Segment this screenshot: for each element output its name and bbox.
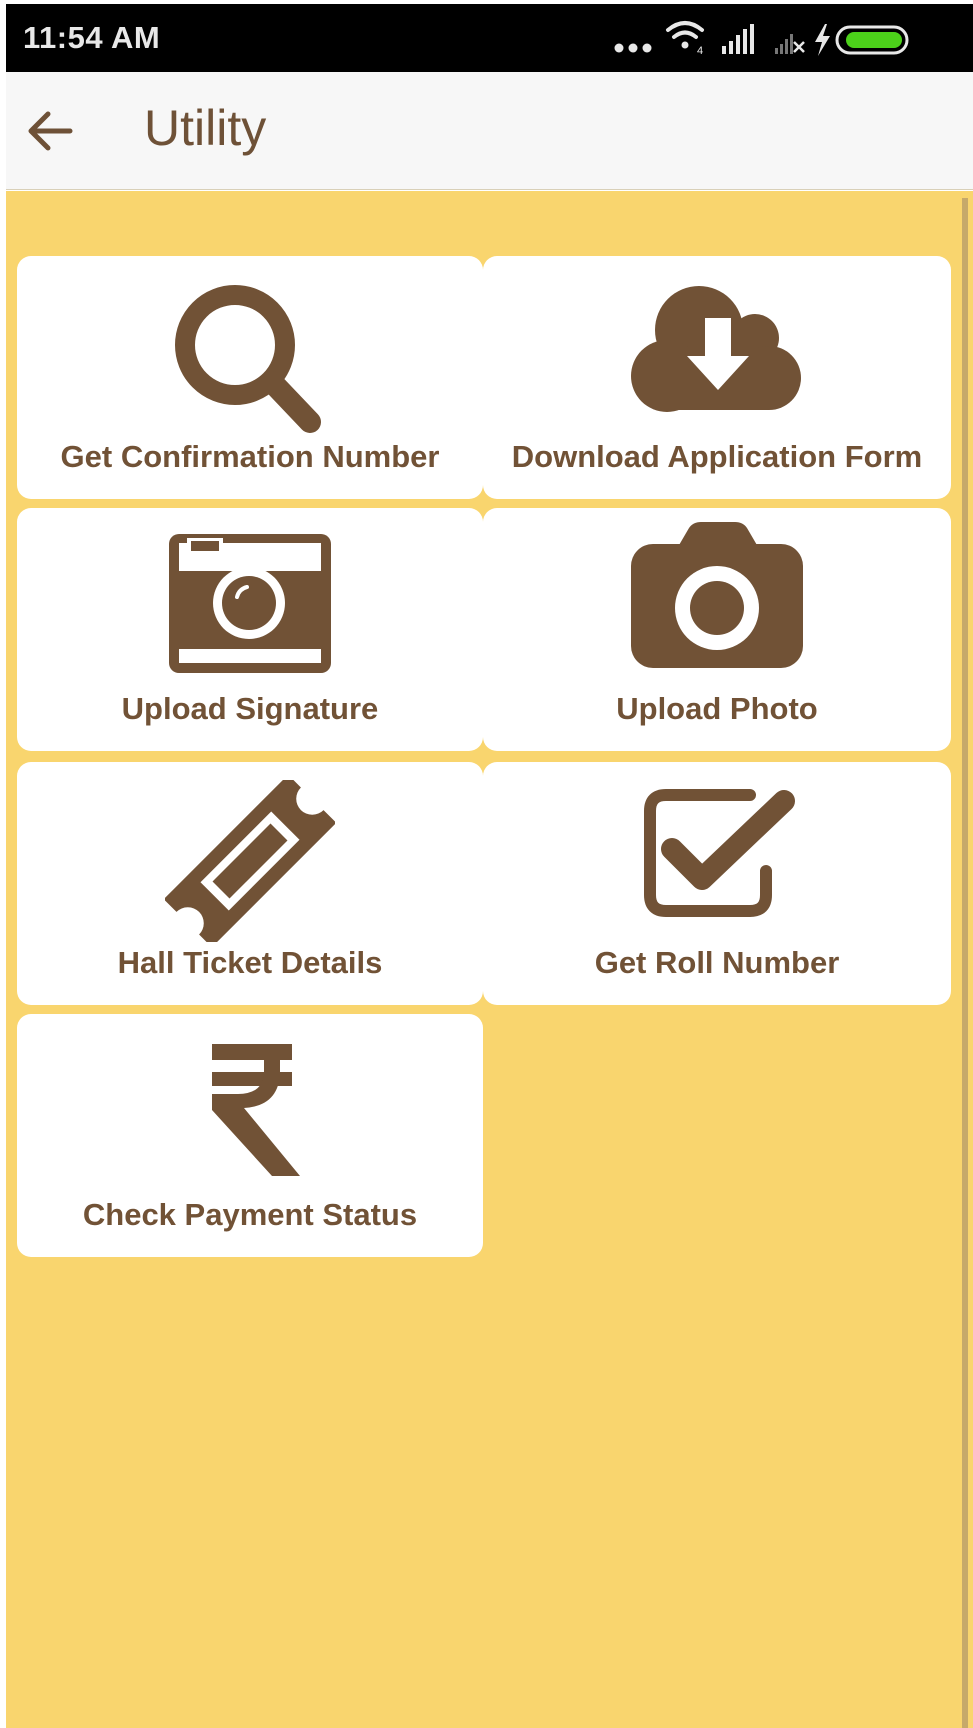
- rupee-icon: [212, 1044, 300, 1176]
- cloud-download-icon: [631, 286, 801, 412]
- page-title: Utility: [144, 100, 267, 156]
- status-icons: 4: [613, 4, 973, 72]
- app-bar: Utility: [6, 72, 973, 190]
- signal-icon: [722, 24, 754, 54]
- tile-label: Upload Signature: [121, 691, 379, 726]
- tile-label: Get Roll Number: [594, 945, 840, 980]
- tile-label: Download Application Form: [511, 439, 923, 474]
- more-dots-icon: [614, 43, 652, 53]
- tile-get-roll-number[interactable]: Get Roll Number: [483, 762, 951, 1005]
- checkbox-icon: [644, 789, 795, 917]
- tile-hall-ticket-details[interactable]: Hall Ticket Details: [17, 762, 483, 1005]
- ticket-icon: [165, 780, 335, 942]
- tile-upload-signature[interactable]: Upload Signature: [17, 508, 483, 751]
- tile-download-application-form[interactable]: Download Application Form: [483, 256, 951, 499]
- tile-check-payment-status[interactable]: Check Payment Status: [17, 1014, 483, 1257]
- tile-label: Check Payment Status: [82, 1197, 418, 1232]
- wifi-icon: 4: [666, 21, 704, 57]
- arrow-left-icon: [28, 111, 73, 151]
- no-signal-icon: [775, 34, 805, 54]
- camera-retro-icon: [169, 534, 331, 673]
- scrollbar[interactable]: [962, 198, 968, 1728]
- search-icon: [175, 285, 321, 433]
- tile-label: Upload Photo: [616, 691, 818, 726]
- tile-label: Hall Ticket Details: [117, 945, 383, 980]
- charging-bolt-icon: [815, 24, 830, 56]
- camera-icon: [631, 522, 803, 668]
- tile-get-confirmation-number[interactable]: Get Confirmation Number: [17, 256, 483, 499]
- status-time: 11:54 AM: [23, 20, 161, 55]
- battery-icon: [835, 25, 909, 55]
- back-button[interactable]: [24, 102, 82, 160]
- svg-text:4: 4: [697, 45, 703, 57]
- status-bar: 11:54 AM 4: [6, 4, 973, 72]
- tile-label: Get Confirmation Number: [60, 439, 440, 474]
- tile-upload-photo[interactable]: Upload Photo: [483, 508, 951, 751]
